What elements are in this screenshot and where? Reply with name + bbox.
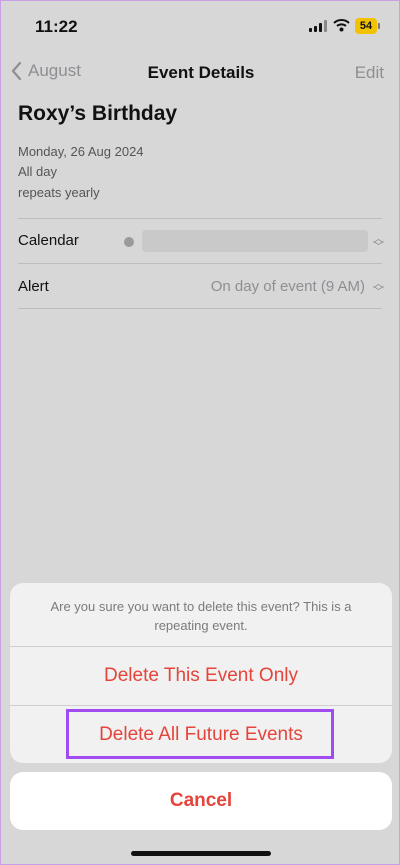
action-sheet-message: Are you sure you want to delete this eve… (50, 599, 352, 633)
status-bar: 11:22 54 (1, 1, 399, 51)
highlight-box (66, 709, 334, 759)
screen: 11:22 54 August Event Details Edit Roxy’… (0, 0, 400, 865)
divider (18, 263, 382, 264)
edit-button[interactable]: Edit (355, 63, 384, 83)
calendar-label: Calendar (18, 232, 79, 249)
calendar-value-redacted[interactable] (142, 230, 368, 252)
alert-label: Alert (18, 278, 49, 295)
nav-bar: August Event Details Edit (1, 53, 399, 93)
battery-indicator: 54 (355, 18, 377, 34)
alert-value[interactable]: On day of event (9 AM) (211, 278, 365, 295)
wifi-icon (333, 19, 350, 32)
chevron-updown-icon[interactable]: ︿ ﹀ (373, 279, 384, 298)
divider (10, 705, 392, 706)
chevron-updown-icon[interactable]: ︿ ﹀ (373, 234, 384, 253)
event-recurrence: repeats yearly (18, 185, 100, 200)
event-duration: All day (18, 164, 58, 179)
event-title: Roxy’s Birthday (18, 102, 178, 125)
battery-tip (378, 23, 380, 29)
event-date: Monday, 26 Aug 2024 (18, 144, 144, 159)
signal-icon (309, 20, 327, 32)
divider (18, 218, 382, 219)
divider (10, 646, 392, 647)
divider (18, 308, 382, 309)
page-title: Event Details (147, 63, 255, 82)
status-time: 11:22 (35, 17, 78, 36)
home-indicator (131, 851, 271, 856)
cancel-button[interactable]: Cancel (10, 772, 392, 830)
delete-this-event-button[interactable]: Delete This Event Only (10, 648, 392, 704)
calendar-color-dot (124, 237, 134, 247)
